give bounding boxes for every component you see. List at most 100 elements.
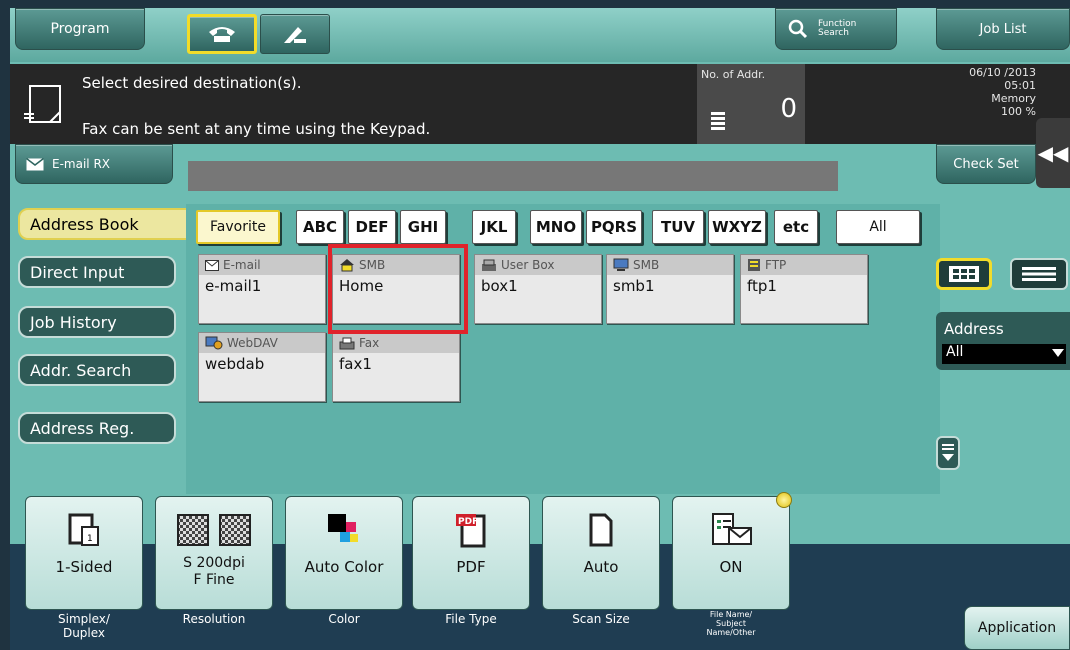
function-search-label: Function Search xyxy=(818,20,856,38)
filter-favorite[interactable]: Favorite xyxy=(196,210,280,244)
tab-address-book[interactable]: Address Book xyxy=(18,208,188,240)
file-name-tile[interactable]: ON xyxy=(672,496,790,610)
destination-type-label: FTP xyxy=(765,258,787,272)
resolution-value: S 200dpi F Fine xyxy=(183,555,245,588)
tab-label: Direct Input xyxy=(30,262,125,282)
address-count-value: 0 xyxy=(780,94,797,124)
scan-mode-button[interactable] xyxy=(260,14,330,54)
document-icon xyxy=(24,85,61,123)
status-info: 06/10 /2013 05:01 Memory 100 % xyxy=(906,66,1036,118)
filter-label: MNO xyxy=(535,218,577,236)
filter-label: JKL xyxy=(480,218,508,236)
grid-view-icon xyxy=(949,266,979,282)
destination-type: E-mail xyxy=(199,255,325,275)
filter-mno[interactable]: MNO xyxy=(530,210,582,244)
filter-ghi[interactable]: GHI xyxy=(400,210,446,244)
filter-def[interactable]: DEF xyxy=(348,210,396,244)
check-set-button[interactable]: Check Set xyxy=(936,144,1036,184)
color-icon xyxy=(328,514,358,542)
filter-wxyz[interactable]: WXYZ xyxy=(708,210,766,244)
tab-job-history[interactable]: Job History xyxy=(18,306,176,338)
program-button[interactable]: Program xyxy=(15,8,145,50)
tab-address-reg[interactable]: Address Reg. xyxy=(18,412,176,444)
thumbnail-view-button[interactable] xyxy=(936,258,992,290)
simplex-icon: 1 xyxy=(68,513,99,546)
destination-type-label: WebDAV xyxy=(227,336,278,350)
application-button[interactable]: Application xyxy=(964,606,1070,650)
tab-label: Address Book xyxy=(30,214,139,234)
destination-type: FTP xyxy=(741,255,867,275)
tab-addr-search[interactable]: Addr. Search xyxy=(18,354,176,386)
destination-type-label: Fax xyxy=(359,336,380,350)
destination-box1[interactable]: User Box box1 xyxy=(474,254,602,324)
dropdown-arrow-icon xyxy=(1052,349,1064,357)
destination-fax1[interactable]: Fax fax1 xyxy=(332,332,460,402)
filter-tuv[interactable]: TUV xyxy=(652,210,704,244)
date-text: 06/10 /2013 xyxy=(969,66,1036,79)
destination-type: WebDAV xyxy=(199,333,325,353)
resolution-tile[interactable]: S 200dpi F Fine xyxy=(155,496,273,610)
tab-label: Addr. Search xyxy=(30,360,132,380)
file-type-caption: File Type xyxy=(445,612,497,626)
check-set-label: Check Set xyxy=(953,156,1019,172)
application-label: Application xyxy=(977,620,1057,636)
function-search-button[interactable]: Function Search xyxy=(775,8,897,50)
simplex-duplex-tile[interactable]: 1 1-Sided xyxy=(25,496,143,610)
filter-label: ABC xyxy=(302,218,338,236)
color-icon-wrap xyxy=(286,505,402,555)
filter-jkl[interactable]: JKL xyxy=(472,210,516,244)
address-filter-dropdown[interactable]: Address All xyxy=(936,312,1070,370)
server-icon xyxy=(748,259,760,271)
scroll-down-button[interactable] xyxy=(936,436,960,470)
simplex-caption: Simplex/Duplex xyxy=(58,612,110,640)
job-list-button[interactable]: Job List xyxy=(936,8,1070,50)
address-count-box: No. of Addr. 0 xyxy=(697,64,805,144)
destination-bar xyxy=(188,161,838,191)
filter-etc[interactable]: etc xyxy=(774,210,818,244)
address-filter-value: All xyxy=(942,344,1066,364)
user-box-icon xyxy=(482,259,496,271)
fax-mode-button[interactable] xyxy=(187,14,257,54)
envelope-icon xyxy=(26,157,44,170)
destination-ftp1[interactable]: FTP ftp1 xyxy=(740,254,868,324)
email-rx-button[interactable]: E-mail RX xyxy=(15,144,173,184)
destination-smb1[interactable]: SMB smb1 xyxy=(606,254,734,324)
page-icon xyxy=(589,513,613,547)
setting-changed-badge xyxy=(776,492,792,508)
filter-label: GHI xyxy=(407,218,439,236)
page-icon-wrap xyxy=(543,505,659,555)
filter-pqrs[interactable]: PQRS xyxy=(586,210,642,244)
job-list-label: Job List xyxy=(979,21,1027,37)
instruction-text: Select desired destination(s). xyxy=(82,74,302,92)
list-view-button[interactable] xyxy=(1010,258,1068,290)
destination-webdab[interactable]: WebDAV webdab xyxy=(198,332,326,402)
destination-name: box1 xyxy=(481,277,518,295)
simplex-icon-wrap: 1 xyxy=(26,505,142,555)
time-text: 05:01 xyxy=(1004,79,1036,92)
double-arrow-left-icon: ◀◀ xyxy=(1037,141,1069,165)
telephone-icon xyxy=(209,27,235,42)
file-type-tile[interactable]: PDF PDF xyxy=(412,496,530,610)
list-view-icon xyxy=(1022,267,1056,281)
scan-size-tile[interactable]: Auto xyxy=(542,496,660,610)
color-tile[interactable]: Auto Color xyxy=(285,496,403,610)
destination-name: ftp1 xyxy=(747,277,777,295)
keypad-hint-text: Fax can be sent at any time using the Ke… xyxy=(82,120,431,138)
filter-label: TUV xyxy=(660,218,696,236)
resolution-icon xyxy=(177,514,251,546)
computer-icon xyxy=(613,258,629,271)
color-caption: Color xyxy=(328,612,360,626)
destination-email1[interactable]: E-mail e-mail1 xyxy=(198,254,326,324)
tab-direct-input[interactable]: Direct Input xyxy=(18,256,176,288)
file-name-value: ON xyxy=(719,558,743,576)
memory-value: 100 % xyxy=(1001,105,1036,118)
simplex-value: 1-Sided xyxy=(55,558,113,576)
filter-all[interactable]: All xyxy=(836,210,920,244)
scan-size-value: Auto xyxy=(583,558,619,576)
scroll-down-icon xyxy=(942,444,954,461)
collapse-panel-button[interactable]: ◀◀ xyxy=(1036,118,1070,188)
email-rx-label: E-mail RX xyxy=(52,157,110,171)
message-banner: Select desired destination(s). Fax can b… xyxy=(10,64,1070,144)
filter-abc[interactable]: ABC xyxy=(296,210,344,244)
selection-highlight xyxy=(328,244,468,334)
